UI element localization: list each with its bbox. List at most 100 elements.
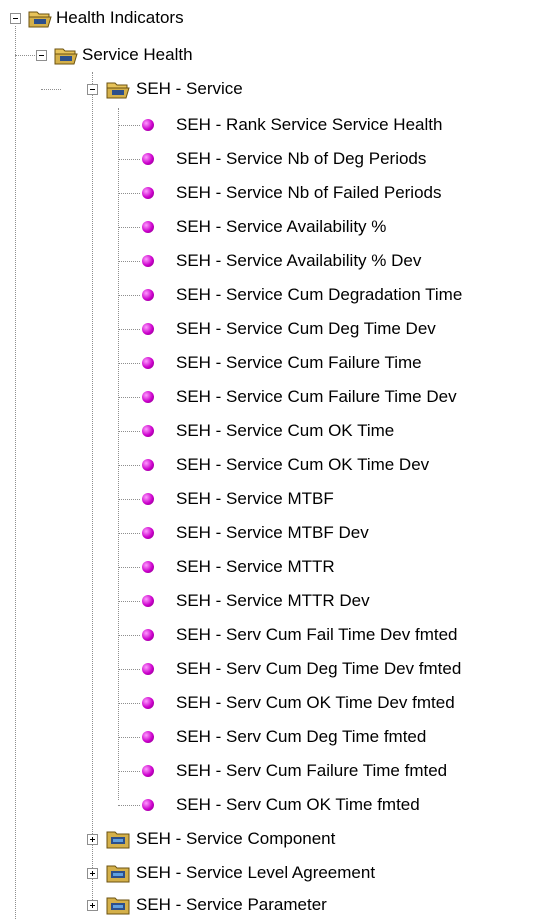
- tree-leaf-item[interactable]: SEH - Service Availability %: [0, 210, 534, 244]
- indicator-bullet-icon: [142, 255, 154, 267]
- indicator-bullet-icon: [142, 221, 154, 233]
- tree-leaf-item[interactable]: SEH - Serv Cum Failure Time fmted: [0, 754, 534, 788]
- tree-leaf-item[interactable]: SEH - Service Cum Deg Time Dev: [0, 312, 534, 346]
- tree-leaf-item[interactable]: SEH - Service Cum Degradation Time: [0, 278, 534, 312]
- tree-node-label: Health Indicators: [56, 8, 184, 27]
- tree-line: [118, 431, 140, 432]
- tree-leaf-item[interactable]: SEH - Service MTBF Dev: [0, 516, 534, 550]
- tree-leaf-label: SEH - Service Availability %: [176, 217, 387, 236]
- tree-leaf-label: SEH - Serv Cum OK Time Dev fmted: [176, 693, 455, 712]
- tree-leaf-label: SEH - Rank Service Service Health: [176, 115, 443, 134]
- indicator-bullet-icon: [142, 459, 154, 471]
- tree-leaf-label: SEH - Serv Cum Failure Time fmted: [176, 761, 448, 780]
- indicator-bullet-icon: [142, 765, 154, 777]
- expand-toggle-icon[interactable]: [87, 868, 98, 879]
- tree-view: Health Indicators Service Health SEH - S…: [0, 0, 534, 919]
- indicator-bullet-icon: [142, 595, 154, 607]
- tree-line: [118, 737, 140, 738]
- tree-line: [118, 329, 140, 330]
- indicator-bullet-icon: [142, 153, 154, 165]
- tree-leaf-label: SEH - Service Cum Failure Time: [176, 353, 422, 372]
- tree-node-seh-service[interactable]: SEH - Service: [0, 72, 300, 106]
- tree-line: [118, 533, 140, 534]
- tree-leaf-item[interactable]: SEH - Service MTTR: [0, 550, 534, 584]
- collapse-toggle-icon[interactable]: [87, 84, 98, 95]
- tree-leaf-label: SEH - Serv Cum Deg Time fmted: [176, 727, 427, 746]
- indicator-bullet-icon: [142, 731, 154, 743]
- indicator-bullet-icon: [142, 425, 154, 437]
- tree-leaf-label: SEH - Service Cum OK Time Dev: [176, 455, 430, 474]
- tree-leaf-label: SEH - Service Cum Deg Time Dev: [176, 319, 436, 338]
- tree-node-label: SEH - Service Parameter: [136, 895, 327, 914]
- tree-line: [118, 771, 140, 772]
- indicator-bullet-icon: [142, 561, 154, 573]
- tree-leaf-item[interactable]: SEH - Service Cum Failure Time: [0, 346, 534, 380]
- tree-leaf-item[interactable]: SEH - Rank Service Service Health: [0, 108, 534, 142]
- tree-leaf-item[interactable]: SEH - Service Cum Failure Time Dev: [0, 380, 534, 414]
- tree-leaf-label: SEH - Service MTTR: [176, 557, 335, 576]
- tree-leaf-label: SEH - Service Nb of Failed Periods: [176, 183, 442, 202]
- indicator-bullet-icon: [142, 289, 154, 301]
- tree-leaf-item[interactable]: SEH - Serv Cum OK Time Dev fmted: [0, 686, 534, 720]
- tree-leaf-label: SEH - Service MTBF Dev: [176, 523, 369, 542]
- tree-leaf-item[interactable]: SEH - Service Cum OK Time: [0, 414, 534, 448]
- tree-leaf-item[interactable]: SEH - Service Availability % Dev: [0, 244, 534, 278]
- tree-leaf-item[interactable]: SEH - Serv Cum Deg Time fmted: [0, 720, 534, 754]
- tree-leaf-item[interactable]: SEH - Serv Cum Deg Time Dev fmted: [0, 652, 534, 686]
- tree-line: [118, 261, 140, 262]
- tree-node-seh-service-level-agreement[interactable]: SEH - Service Level Agreement: [0, 856, 534, 890]
- tree-leaf-label: SEH - Service MTTR Dev: [176, 591, 370, 610]
- tree-leaf-item[interactable]: SEH - Service Nb of Failed Periods: [0, 176, 534, 210]
- tree-node-service-health[interactable]: Service Health: [0, 38, 260, 72]
- tree-leaf-item[interactable]: SEH - Service Nb of Deg Periods: [0, 142, 534, 176]
- tree-node-label: Service Health: [82, 45, 193, 64]
- tree-line: [118, 465, 140, 466]
- tree-leaf-item[interactable]: SEH - Service Cum OK Time Dev: [0, 448, 534, 482]
- tree-node-seh-service-parameter[interactable]: SEH - Service Parameter: [0, 888, 534, 922]
- closed-folder-icon: [106, 897, 130, 915]
- indicator-bullet-icon: [142, 187, 154, 199]
- tree-leaf-item[interactable]: SEH - Serv Cum OK Time fmted: [0, 788, 534, 822]
- tree-line: [118, 805, 140, 806]
- indicator-bullet-icon: [142, 357, 154, 369]
- tree-node-seh-service-component[interactable]: SEH - Service Component: [0, 822, 534, 856]
- indicator-bullet-icon: [142, 663, 154, 675]
- collapse-toggle-icon[interactable]: [36, 50, 47, 61]
- tree-line: [118, 159, 140, 160]
- indicator-bullet-icon: [142, 799, 154, 811]
- expand-toggle-icon[interactable]: [87, 900, 98, 911]
- tree-leaf-label: SEH - Serv Cum Deg Time Dev fmted: [176, 659, 462, 678]
- tree-line: [118, 227, 140, 228]
- indicator-bullet-icon: [142, 391, 154, 403]
- tree-node-label: SEH - Service: [136, 79, 243, 98]
- open-folder-icon: [54, 48, 78, 65]
- indicator-bullet-icon: [142, 493, 154, 505]
- tree-leaf-item[interactable]: SEH - Serv Cum Fail Time Dev fmted: [0, 618, 534, 652]
- tree-node-label: SEH - Service Component: [136, 829, 336, 848]
- collapse-toggle-icon[interactable]: [10, 13, 21, 24]
- tree-leaf-label: SEH - Service Cum Degradation Time: [176, 285, 463, 304]
- tree-line: [118, 499, 140, 500]
- indicator-bullet-icon: [142, 697, 154, 709]
- indicator-bullet-icon: [142, 527, 154, 539]
- tree-leaf-label: SEH - Service Nb of Deg Periods: [176, 149, 427, 168]
- tree-line: [118, 635, 140, 636]
- tree-line: [118, 397, 140, 398]
- closed-folder-icon: [106, 831, 130, 849]
- tree-line: [118, 363, 140, 364]
- indicator-bullet-icon: [142, 629, 154, 641]
- closed-folder-icon: [106, 865, 130, 883]
- tree-leaf-item[interactable]: SEH - Service MTBF: [0, 482, 534, 516]
- tree-line: [118, 567, 140, 568]
- open-folder-icon: [28, 11, 52, 28]
- tree-leaf-label: SEH - Service Cum Failure Time Dev: [176, 387, 457, 406]
- tree-leaf-label: SEH - Service Cum OK Time: [176, 421, 395, 440]
- tree-leaf-label: SEH - Service MTBF: [176, 489, 334, 508]
- expand-toggle-icon[interactable]: [87, 834, 98, 845]
- tree-node-health-indicators[interactable]: Health Indicators: [0, 1, 260, 35]
- tree-leaf-item[interactable]: SEH - Service MTTR Dev: [0, 584, 534, 618]
- tree-line: [15, 55, 35, 56]
- tree-line: [118, 669, 140, 670]
- tree-leaf-label: SEH - Serv Cum Fail Time Dev fmted: [176, 625, 458, 644]
- tree-line: [118, 125, 140, 126]
